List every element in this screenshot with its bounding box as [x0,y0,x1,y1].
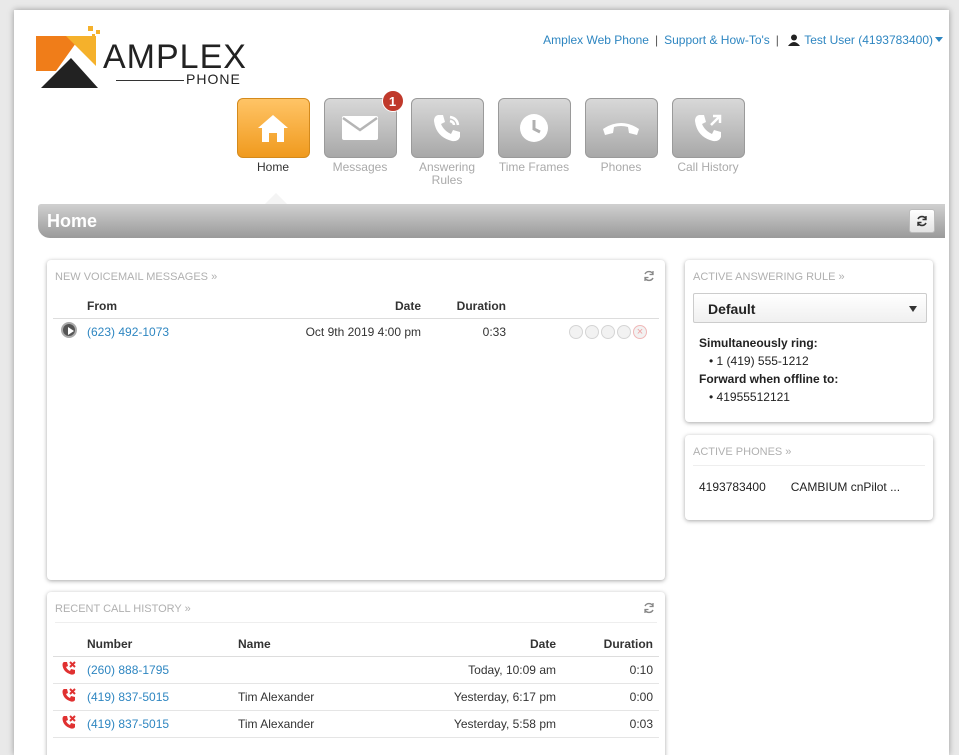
call-date: Yesterday, 5:58 pm [453,716,556,731]
forward-number: 41955512121 [709,388,838,406]
active-phones-panel-title[interactable]: ACTIVE PHONES » [693,446,791,458]
nav-answering-rules[interactable]: Answering Rules [410,98,484,187]
chevron-down-icon [935,37,943,42]
delete-icon[interactable]: × [633,325,647,340]
phone-model: CAMBIUM cnPilot ... [790,480,901,494]
refresh-icon [917,215,927,227]
nav-call-history[interactable]: Call History [671,98,745,174]
call-history-panel-title[interactable]: RECENT CALL HISTORY » [55,603,191,615]
amplex-logo[interactable]: AMPLEX PHONE [36,26,276,96]
top-links: Amplex Web Phone | Support & How-To's | Tes… [543,33,943,47]
column-header-duration[interactable]: Duration [421,294,506,318]
user-icon [788,34,801,46]
call-history-table: Number Name Date Duration (260) 888-1795… [53,632,659,738]
answering-rule-select[interactable]: Default [693,293,927,323]
nav-home[interactable]: Home [236,98,310,174]
handset-icon [603,123,639,135]
nav-phones[interactable]: Phones [584,98,658,174]
column-header-duration[interactable]: Duration [556,632,659,656]
call-number-link[interactable]: (419) 837-5015 [87,690,169,704]
call-name [238,656,408,683]
table-row: (419) 837-5015 Tim Alexander Yesterday, … [53,683,659,710]
nav-messages[interactable]: 1 Messages [323,90,404,174]
answering-rule-panel-title[interactable]: ACTIVE ANSWERING RULE » [693,271,845,283]
call-history-panel: RECENT CALL HISTORY » Number Name Date D… [47,592,665,755]
call-date: Yesterday, 6:17 pm [453,689,556,704]
missed-call-icon [62,688,76,702]
play-icon[interactable] [61,322,77,339]
answering-rule-panel: ACTIVE ANSWERING RULE » Default Simultan… [685,260,933,422]
nav-time-frames[interactable]: Time Frames [497,98,571,174]
sim-ring-label: Simultaneously ring: [699,336,818,350]
call-duration: 0:10 [629,662,653,677]
voicemail-table: From Date Duration (623) 492-1073 Oct 9t… [53,294,659,345]
call-name: Tim Alexander [238,689,315,704]
column-header-number[interactable]: Number [87,632,238,656]
call-name: Tim Alexander [238,716,315,731]
voicemail-panel-title[interactable]: NEW VOICEMAIL MESSAGES » [55,271,217,283]
sim-ring-number: 1 (419) 555-1212 [709,352,838,370]
call-number-link[interactable]: (419) 837-5015 [87,717,169,731]
call-number-link[interactable]: (260) 888-1795 [87,663,169,677]
column-header-name[interactable]: Name [238,632,408,656]
voicemail-panel: NEW VOICEMAIL MESSAGES » From Date Durat… [47,260,665,580]
support-link[interactable]: Support & How-To's [664,33,770,47]
missed-call-icon [62,661,76,675]
column-header-from[interactable]: From [87,294,247,318]
logo-mark-icon [36,26,100,88]
voicemail-from-link[interactable]: (623) 492-1073 [87,325,169,339]
answering-rule-details: Simultaneously ring: 1 (419) 555-1212 Fo… [699,334,838,406]
phone-forward-icon [434,115,460,142]
phone-number: 4193783400 [699,480,766,494]
table-row: (419) 837-5015 Tim Alexander Yesterday, … [53,710,659,737]
user-menu[interactable]: Test User (4193783400) [785,33,943,47]
voicemail-date: Oct 9th 2019 4:00 pm [305,324,421,339]
download-icon[interactable] [585,325,599,340]
forward-label: Forward when offline to: [699,372,839,386]
active-nav-pointer [265,193,287,204]
page-title-bar: Home [38,204,945,238]
user-name: Test User (4193783400) [804,33,933,47]
web-phone-link[interactable]: Amplex Web Phone [543,33,649,47]
call-date: Today, 10:09 am [468,662,556,677]
logo-subtitle: PHONE [186,71,241,87]
chevron-down-icon [909,306,917,312]
save-icon[interactable] [617,325,631,340]
voicemail-duration: 0:33 [482,324,506,339]
table-row: (623) 492-1073 Oct 9th 2019 4:00 pm 0:33… [53,318,659,345]
envelope-icon [342,116,378,140]
refresh-icon[interactable] [643,270,655,282]
clock-icon [520,114,548,142]
voicemail-actions: × [506,318,659,345]
list-item[interactable]: 4193783400 CAMBIUM cnPilot ... [699,480,900,494]
active-phones-panel: ACTIVE PHONES » 4193783400 CAMBIUM cnPilo… [685,435,933,520]
messages-count-badge: 1 [381,90,404,112]
column-header-date[interactable]: Date [247,294,421,318]
call-back-icon[interactable] [569,325,583,340]
missed-call-icon [62,715,76,729]
forward-icon[interactable] [601,325,615,340]
page: AMPLEX PHONE Amplex Web Phone | Support & … [14,10,949,755]
call-duration: 0:00 [629,689,653,704]
table-row: (260) 888-1795 Today, 10:09 am 0:10 [53,656,659,683]
call-duration: 0:03 [629,716,653,731]
refresh-icon[interactable] [643,602,655,614]
column-header-date[interactable]: Date [408,632,556,656]
home-icon [258,115,288,142]
page-refresh-button[interactable] [909,209,935,233]
page-title: Home [47,211,98,231]
call-history-icon [695,114,722,142]
